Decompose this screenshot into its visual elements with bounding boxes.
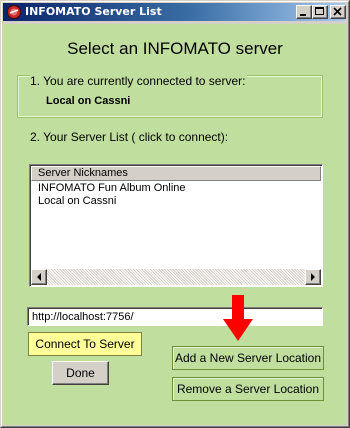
maximize-icon (315, 7, 324, 15)
list-item[interactable]: Local on Cassni (38, 195, 186, 208)
done-button[interactable]: Done (52, 361, 109, 385)
server-list-label: 2. Your Server List ( click to connect): (30, 130, 229, 144)
column-header-server-nicknames[interactable]: Server Nicknames (31, 166, 321, 181)
maximize-button[interactable] (312, 5, 328, 19)
page-title: Select an INFOMATO server (67, 39, 283, 58)
scroll-left-button[interactable] (31, 269, 47, 285)
connect-to-server-button[interactable]: Connect To Server (28, 332, 142, 356)
minimize-button[interactable] (296, 5, 312, 19)
server-list[interactable]: Server Nicknames INFOMATO Fun Album Onli… (29, 164, 323, 287)
connection-label: 1. You are currently connected to server… (30, 74, 248, 88)
infomato-app-icon (6, 4, 22, 20)
minimize-icon (300, 14, 306, 16)
arrow-left-icon (37, 273, 41, 281)
server-url-input[interactable] (27, 307, 323, 326)
app-window: INFOMATO Server List Select an INFOMATO … (0, 0, 350, 428)
client-area: Select an INFOMATO server 1. You are cur… (4, 24, 346, 425)
horizontal-scrollbar[interactable] (31, 269, 321, 285)
remove-server-location-button[interactable]: Remove a Server Location (172, 377, 324, 401)
current-server-name: Local on Cassni (46, 95, 131, 107)
scroll-right-button[interactable] (305, 269, 321, 285)
window-title: INFOMATO Server List (25, 5, 162, 18)
title-bar[interactable]: INFOMATO Server List (3, 3, 346, 21)
server-list-rows: INFOMATO Fun Album Online Local on Cassn… (38, 182, 186, 208)
red-down-arrow-icon (223, 295, 253, 341)
close-button[interactable] (330, 5, 346, 19)
add-server-location-button[interactable]: Add a New Server Location (172, 346, 324, 370)
close-icon (333, 7, 342, 16)
arrow-right-icon (311, 273, 315, 281)
list-item[interactable]: INFOMATO Fun Album Online (38, 182, 186, 195)
